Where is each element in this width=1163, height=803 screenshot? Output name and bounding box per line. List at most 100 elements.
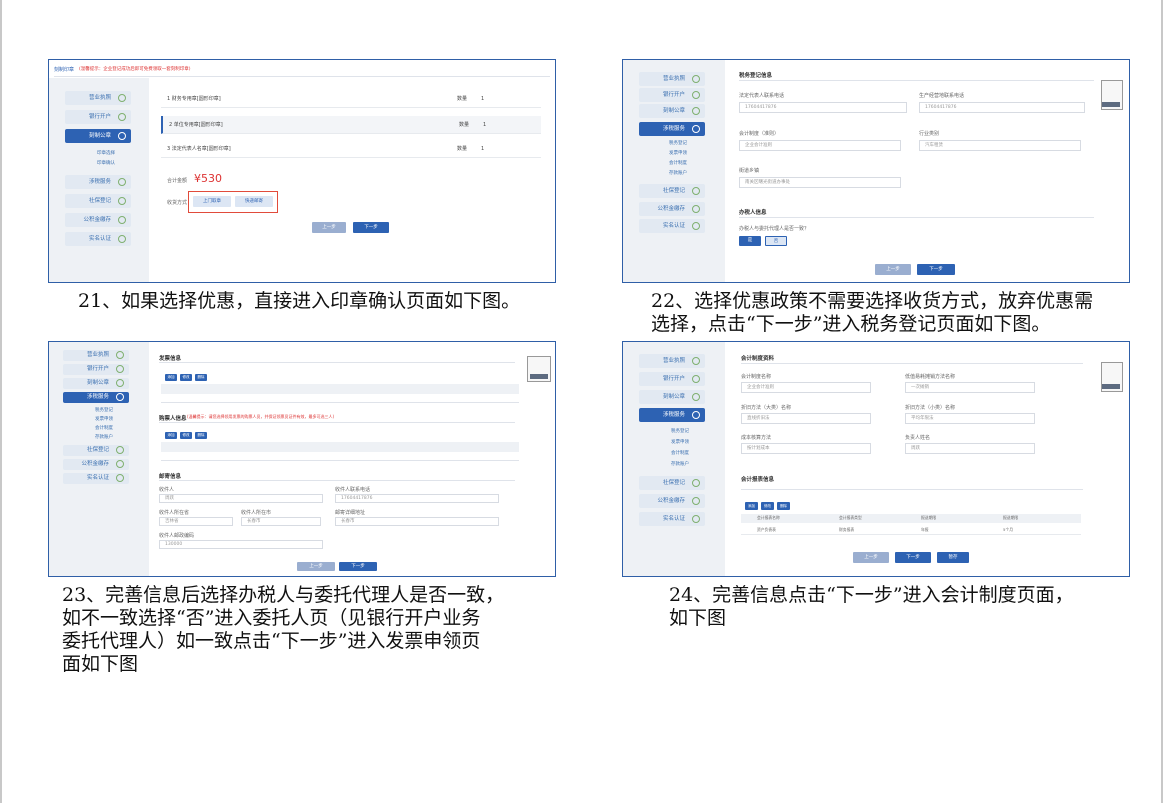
f1-select[interactable]: 企业会计准则 <box>741 382 871 393</box>
section-title: 办税人信息 <box>739 210 767 216</box>
sub-seal-select[interactable]: 印章选择 <box>97 150 115 156</box>
check-icon <box>692 91 700 99</box>
add-button[interactable]: 添加 <box>745 502 758 510</box>
circle-icon <box>692 205 700 213</box>
nav-social-security[interactable]: 社保登记 <box>639 184 705 198</box>
next-button[interactable]: 下一步 <box>353 222 389 233</box>
sub-accounting[interactable]: 会计制度 <box>671 450 689 456</box>
table-row[interactable]: 资产负债表 财务报表 年报 5个月 <box>741 525 1081 535</box>
nav-real-name[interactable]: 实名认证 <box>63 473 129 484</box>
address-field[interactable]: 长春市 <box>335 517 499 526</box>
express-button[interactable]: 快递邮寄 <box>235 196 273 207</box>
nav-business-license[interactable]: 营业执照 <box>639 72 705 86</box>
sub-invoice[interactable]: 发票申领 <box>669 150 687 156</box>
circle-icon <box>116 460 124 468</box>
delete-button[interactable]: 删除 <box>195 432 207 439</box>
circle-icon <box>692 497 700 505</box>
zip-field[interactable]: 130000 <box>159 540 323 549</box>
nav-bank-account[interactable]: 银行开户 <box>63 364 129 375</box>
yes-button[interactable]: 是 <box>739 236 761 246</box>
phone2-field[interactable]: 17604417876 <box>919 102 1085 113</box>
next-button[interactable]: 下一步 <box>895 552 931 563</box>
f5-select[interactable]: 按计划成本 <box>741 443 871 454</box>
buyer-hint: (温馨提示：请您选择领用发票的购票人员，并保证领票员证件有效，最多可选三人) <box>187 414 335 419</box>
f4-select[interactable]: 平均年限法 <box>905 413 1035 424</box>
prev-button[interactable]: 上一步 <box>297 562 335 571</box>
chevron-icon <box>118 132 126 140</box>
industry-select[interactable]: 汽车租赁 <box>919 140 1081 151</box>
caption-22-line2: 选择，点击“下一步”进入税务登记页面如下图。 <box>651 313 1051 335</box>
recipient-field[interactable]: 周跃 <box>159 494 323 503</box>
sub-accounting[interactable]: 会计制度 <box>669 160 687 166</box>
nav-tax[interactable]: 涉税服务 <box>639 122 705 136</box>
sub-tax-reg[interactable]: 税务登记 <box>671 428 689 434</box>
nav-tax[interactable]: 涉税服务 <box>639 408 705 422</box>
nav-social-security[interactable]: 社保登记 <box>65 194 131 208</box>
f6-field[interactable]: 周跃 <box>905 443 1035 454</box>
sub-deposit[interactable]: 存款账户 <box>669 170 687 176</box>
phone1-label: 法定代表人联系电话 <box>739 93 785 99</box>
nav-bank-account[interactable]: 银行开户 <box>639 372 705 386</box>
nav-social-security[interactable]: 社保登记 <box>63 445 129 456</box>
nav-tax[interactable]: 涉税服务 <box>65 175 131 189</box>
province-select[interactable]: 吉林省 <box>159 517 233 526</box>
sub-tax-reg[interactable]: 税务登记 <box>669 140 687 146</box>
nav-business-license[interactable]: 营业执照 <box>65 91 131 105</box>
nav-housing-fund[interactable]: 公积金缴存 <box>639 494 705 508</box>
nav-real-name[interactable]: 实名认证 <box>65 232 131 246</box>
screenshot-invoice-application: 营业执照 银行开户 刻制公章 涉税服务 税务登记 发票申领 会计制度 存款账户 … <box>48 341 556 577</box>
seal-item-1: 1 财务专用章[圆形印章] 数量 1 <box>161 90 541 108</box>
sub-seal-confirm[interactable]: 印章确认 <box>97 160 115 166</box>
next-button[interactable]: 下一步 <box>339 562 377 571</box>
nav-housing-fund[interactable]: 公积金缴存 <box>639 202 705 216</box>
street-select[interactable]: 南关区曙光街道办事处 <box>739 177 901 188</box>
nav-housing-fund[interactable]: 公积金缴存 <box>65 213 131 227</box>
no-button[interactable]: 否 <box>765 236 787 246</box>
section-title: 税务登记信息 <box>739 73 773 79</box>
sub-deposit[interactable]: 存款账户 <box>95 434 113 440</box>
nav-seal[interactable]: 刻制公章 <box>639 390 705 404</box>
sub-invoice[interactable]: 发票申领 <box>671 439 689 445</box>
pickup-button[interactable]: 上门取章 <box>193 196 231 207</box>
sub-deposit[interactable]: 存款账户 <box>671 461 689 467</box>
edit-button[interactable]: 修改 <box>761 502 774 510</box>
prev-button[interactable]: 上一步 <box>853 552 889 563</box>
edit-button[interactable]: 修改 <box>180 432 192 439</box>
nav-bank-account[interactable]: 银行开户 <box>639 88 705 102</box>
sub-accounting[interactable]: 会计制度 <box>95 425 113 431</box>
circle-icon <box>118 178 126 186</box>
caption-23-line2: 如不一致选择“否”进入委托人页（见银行开户业务 <box>62 607 481 629</box>
edit-button[interactable]: 修改 <box>180 374 192 381</box>
phone1-field[interactable]: 17604417876 <box>739 102 907 113</box>
nav-bank-account[interactable]: 银行开户 <box>65 110 131 124</box>
delete-button[interactable]: 删除 <box>777 502 790 510</box>
sub-tax-reg[interactable]: 税务登记 <box>95 407 113 413</box>
nav-seal[interactable]: 刻制公章 <box>639 104 705 118</box>
nav-seal[interactable]: 刻制公章 <box>65 129 131 143</box>
prev-button[interactable]: 上一步 <box>875 264 911 275</box>
license-thumbnail <box>1101 80 1123 110</box>
acct-select[interactable]: 企业会计准则 <box>739 140 901 151</box>
delete-button[interactable]: 删除 <box>195 374 207 381</box>
next-button[interactable]: 下一步 <box>917 264 955 275</box>
save-draft-button[interactable]: 暂存 <box>937 552 969 563</box>
industry-label: 行业类别 <box>919 131 940 137</box>
nav-tax[interactable]: 涉税服务 <box>63 392 129 403</box>
nav-real-name[interactable]: 实名认证 <box>639 219 705 233</box>
add-button[interactable]: 添加 <box>165 374 177 381</box>
prev-button[interactable]: 上一步 <box>312 222 346 233</box>
sub-invoice[interactable]: 发票申领 <box>95 416 113 422</box>
city-select[interactable]: 长春市 <box>241 517 321 526</box>
f3-select[interactable]: 直线折旧法 <box>741 413 871 424</box>
invoice-table-header <box>161 384 519 394</box>
sidebar: 营业执照 银行开户 刻制公章 涉税服务 税务登记 发票申领 会计制度 存款账户 … <box>623 342 725 576</box>
nav-business-license[interactable]: 营业执照 <box>63 350 129 361</box>
nav-social-security[interactable]: 社保登记 <box>639 476 705 490</box>
recipient-phone-field[interactable]: 17604417876 <box>335 494 499 503</box>
nav-seal[interactable]: 刻制公章 <box>63 378 129 389</box>
f2-select[interactable]: 一次摊销 <box>905 382 1035 393</box>
nav-business-license[interactable]: 营业执照 <box>639 354 705 368</box>
nav-real-name[interactable]: 实名认证 <box>639 512 705 526</box>
add-button[interactable]: 添加 <box>165 432 177 439</box>
nav-housing-fund[interactable]: 公积金缴存 <box>63 459 129 470</box>
